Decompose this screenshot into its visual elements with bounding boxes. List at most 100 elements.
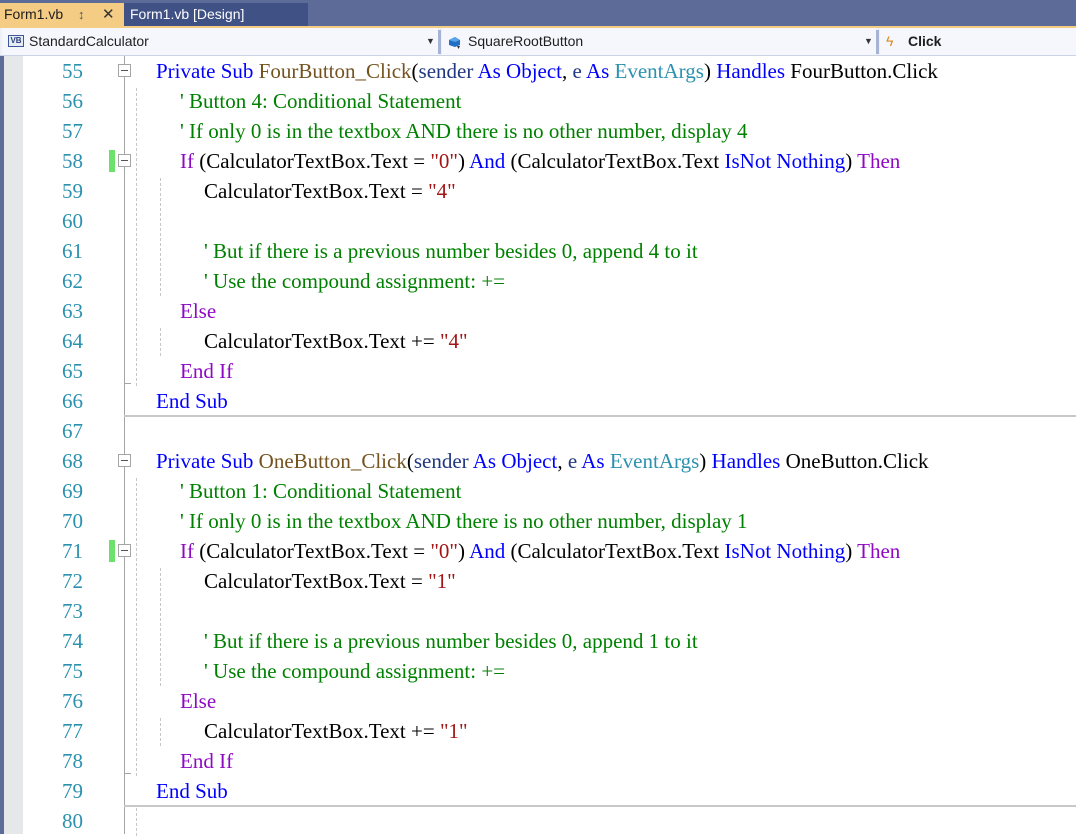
document-tab-bar: Form1.vb ↕ ✕ Form1.vb [Design] xyxy=(0,0,1076,26)
chevron-down-icon[interactable]: ▼ xyxy=(864,28,873,55)
code-token: ) xyxy=(458,149,470,173)
code-text: End Sub xyxy=(156,386,228,416)
line-number: 65 xyxy=(62,359,83,383)
code-line[interactable]: 61 ' But if there is a previous number be… xyxy=(0,236,1076,266)
code-token: As Object xyxy=(477,59,563,83)
code-line[interactable]: 69 ' Button 1: Conditional Statement xyxy=(0,476,1076,506)
member-dropdown-value: Click xyxy=(908,33,942,49)
code-token: "0" xyxy=(430,539,458,563)
line-number: 62 xyxy=(62,269,83,293)
code-line[interactable]: 72 CalculatorTextBox.Text = "1" xyxy=(0,566,1076,596)
code-token: IsNot Nothing xyxy=(724,149,846,173)
code-line[interactable]: 66 End Sub xyxy=(0,386,1076,416)
code-token: ' But if there is a previous number besi… xyxy=(204,239,698,263)
code-token: ' If only 0 is in the textbox AND there … xyxy=(180,119,748,143)
code-token: Private Sub xyxy=(156,59,259,83)
object-dropdown[interactable]: SquareRootButton ▼ xyxy=(442,28,876,55)
code-token: Else xyxy=(180,689,217,713)
code-text: Private Sub OneButton_Click(sender As Ob… xyxy=(156,446,929,476)
code-line[interactable]: 65 End If xyxy=(0,356,1076,386)
code-line[interactable]: 74 ' But if there is a previous number be… xyxy=(0,626,1076,656)
code-token: End Sub xyxy=(156,779,228,803)
code-text: ' Button 1: Conditional Statement xyxy=(180,476,461,506)
code-token: Handles xyxy=(711,449,781,473)
code-token: CalculatorTextBox.Text = xyxy=(204,179,429,203)
line-number: 80 xyxy=(62,809,83,833)
code-token: CalculatorTextBox.Text += xyxy=(204,329,440,353)
line-number: 68 xyxy=(62,449,83,473)
code-line[interactable]: 78 End If xyxy=(0,746,1076,776)
collapse-icon[interactable] xyxy=(118,64,131,77)
close-icon[interactable]: ✕ xyxy=(102,3,115,26)
code-line[interactable]: 68 Private Sub OneButton_Click(sender As … xyxy=(0,446,1076,476)
code-text: CalculatorTextBox.Text = "1" xyxy=(204,566,456,596)
project-dropdown[interactable]: VB StandardCalculator ▼ xyxy=(2,28,438,55)
code-token: ( xyxy=(411,59,419,83)
code-line[interactable]: 59 CalculatorTextBox.Text = "4" xyxy=(0,176,1076,206)
code-line[interactable]: 55 Private Sub FourButton_Click(sender As… xyxy=(0,56,1076,86)
code-token: CalculatorTextBox.Text += xyxy=(204,719,440,743)
code-text: Else xyxy=(180,686,216,716)
object-dropdown-value: SquareRootButton xyxy=(468,33,584,49)
member-dropdown[interactable]: ϟ Click xyxy=(880,28,1076,55)
code-token: ' Use the compound assignment: += xyxy=(204,269,506,293)
code-line[interactable]: 58 If (CalculatorTextBox.Text = "0") And … xyxy=(0,146,1076,176)
collapse-icon[interactable] xyxy=(118,454,131,467)
code-line[interactable]: 63 Else xyxy=(0,296,1076,326)
code-line[interactable]: 57 ' If only 0 is in the textbox AND ther… xyxy=(0,116,1076,146)
code-token: CalculatorTextBox.Text = xyxy=(204,569,429,593)
code-line[interactable]: 64 CalculatorTextBox.Text += "4" xyxy=(0,326,1076,356)
line-number: 64 xyxy=(62,329,83,353)
change-marker xyxy=(109,540,115,562)
code-token: sender xyxy=(418,59,474,83)
project-dropdown-value: StandardCalculator xyxy=(29,33,149,49)
line-number: 63 xyxy=(62,299,83,323)
code-line[interactable]: 79 End Sub xyxy=(0,776,1076,806)
code-line[interactable]: 56 ' Button 4: Conditional Statement xyxy=(0,86,1076,116)
code-line[interactable]: 80 xyxy=(0,806,1076,836)
code-token: ) xyxy=(699,449,712,473)
code-token: As Object xyxy=(472,449,558,473)
code-text: ' But if there is a previous number besi… xyxy=(204,236,698,266)
indent-guide xyxy=(160,568,161,686)
chevron-down-icon[interactable]: ▼ xyxy=(426,28,435,55)
code-token: ' Use the compound assignment: += xyxy=(204,659,506,683)
code-token: e xyxy=(567,449,578,473)
code-line[interactable]: 77 CalculatorTextBox.Text += "1" xyxy=(0,716,1076,746)
code-line[interactable]: 76 Else xyxy=(0,686,1076,716)
collapse-icon[interactable] xyxy=(118,154,131,167)
line-number: 59 xyxy=(62,179,83,203)
tab-form1-vb[interactable]: Form1.vb ↕ ✕ xyxy=(0,3,124,26)
indent-guide xyxy=(136,478,137,776)
code-token: End Sub xyxy=(156,389,228,413)
vb-project-icon: VB xyxy=(8,35,24,47)
code-token: FourButton_Click xyxy=(258,59,412,83)
divider xyxy=(438,30,441,54)
code-line[interactable]: 60 xyxy=(0,206,1076,236)
code-token: Then xyxy=(857,149,901,173)
code-line[interactable]: 70 ' If only 0 is in the textbox AND ther… xyxy=(0,506,1076,536)
code-token: EventArgs xyxy=(614,59,704,83)
code-line[interactable]: 71 If (CalculatorTextBox.Text = "0") And … xyxy=(0,536,1076,566)
pin-icon[interactable]: ↕ xyxy=(78,3,85,26)
collapse-icon[interactable] xyxy=(118,544,131,557)
code-line[interactable]: 62 ' Use the compound assignment: += xyxy=(0,266,1076,296)
line-number: 70 xyxy=(62,509,83,533)
code-token: Private Sub xyxy=(156,449,259,473)
code-token: (CalculatorTextBox.Text = xyxy=(194,149,431,173)
line-number: 56 xyxy=(62,89,83,113)
tab-form1-vb-design[interactable]: Form1.vb [Design] xyxy=(124,3,308,26)
line-number: 73 xyxy=(62,599,83,623)
line-number: 61 xyxy=(62,239,83,263)
code-line[interactable]: 73 xyxy=(0,596,1076,626)
code-token: ' Button 1: Conditional Statement xyxy=(180,479,462,503)
code-editor[interactable]: 55 Private Sub FourButton_Click(sender As… xyxy=(0,56,1076,836)
tab-label: Form1.vb [Design] xyxy=(130,6,245,22)
code-token: (CalculatorTextBox.Text xyxy=(505,149,725,173)
indent-guide xyxy=(160,718,161,746)
code-token: As xyxy=(581,449,605,473)
code-line[interactable]: 75 ' Use the compound assignment: += xyxy=(0,656,1076,686)
code-line[interactable]: 67 xyxy=(0,416,1076,446)
indent-guide xyxy=(136,88,137,386)
code-text: ' Use the compound assignment: += xyxy=(204,266,505,296)
